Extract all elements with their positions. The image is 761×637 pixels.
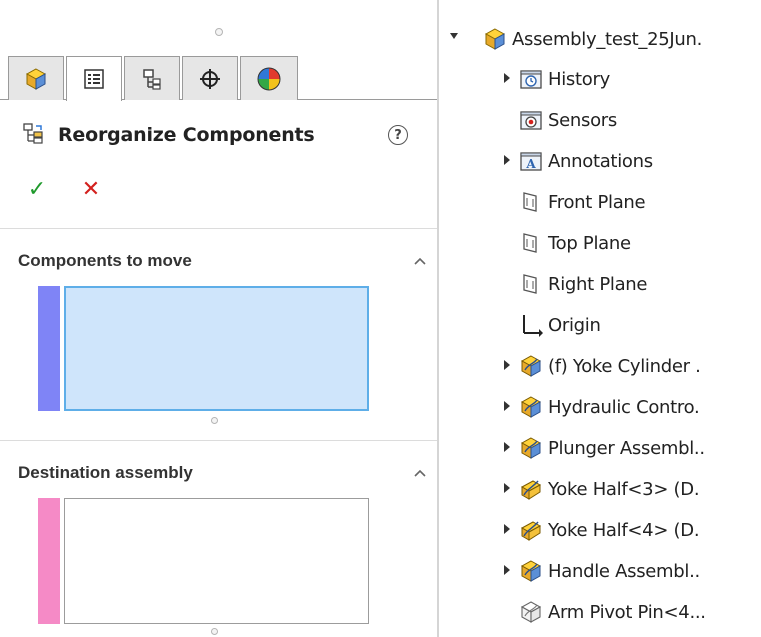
divider <box>0 440 437 441</box>
expand-arrow-icon[interactable] <box>502 359 512 371</box>
subassembly-icon <box>520 355 542 377</box>
property-manager-header: Reorganize Components <box>22 120 315 150</box>
components-to-move-list[interactable] <box>64 286 369 411</box>
tab-display-manager[interactable] <box>240 56 298 100</box>
tree-item-top-plane[interactable]: Top Plane <box>519 226 631 260</box>
ok-button[interactable]: ✓ <box>22 176 52 204</box>
tree-item-sensors[interactable]: Sensors <box>519 103 617 137</box>
tree-item-front-plane[interactable]: Front Plane <box>519 185 646 219</box>
tree-item-history[interactable]: History <box>519 62 610 96</box>
tree-item-label: Plunger Assembl.. <box>548 437 705 459</box>
components-to-move-header[interactable]: Components to move <box>18 247 428 275</box>
components-to-move-label: Components to move <box>18 251 192 270</box>
configuration-manager-icon <box>140 67 164 91</box>
feature-manager-icon <box>24 67 48 91</box>
history-folder-icon <box>520 70 542 89</box>
tree-item-label: Annotations <box>548 150 653 172</box>
tree-item-yoke-half-4[interactable]: Yoke Half<4> (D. <box>519 513 700 547</box>
subassembly-icon <box>520 437 542 459</box>
help-icon[interactable]: ? <box>388 125 408 145</box>
tree-item-label: Top Plane <box>548 232 631 254</box>
expand-arrow-icon[interactable] <box>502 564 512 576</box>
plane-icon <box>523 192 537 212</box>
svg-text:A: A <box>525 157 536 171</box>
tree-item-label: (f) Yoke Cylinder . <box>548 355 701 377</box>
panel-resize-grip[interactable] <box>215 28 223 36</box>
tree-item-label: Front Plane <box>548 191 646 213</box>
tree-item-label: Assembly_test_25Jun. <box>512 28 703 50</box>
suppressed-part-icon <box>520 601 542 623</box>
divider <box>0 228 437 229</box>
collapse-chevron-icon[interactable] <box>412 465 428 481</box>
collapse-chevron-icon[interactable] <box>412 253 428 269</box>
assembly-icon <box>484 28 506 50</box>
property-manager-icon <box>82 67 106 91</box>
destination-assembly-label: Destination assembly <box>18 463 193 482</box>
origin-icon <box>523 315 543 337</box>
tree-item-right-plane[interactable]: Right Plane <box>519 267 648 301</box>
display-manager-icon <box>256 66 282 92</box>
expand-arrow-icon[interactable] <box>502 72 512 84</box>
tree-item-label: Arm Pivot Pin<4... <box>548 601 706 623</box>
subassembly-icon <box>520 560 542 582</box>
tree-item-yoke-cylinder[interactable]: (f) Yoke Cylinder . <box>519 349 701 383</box>
property-manager-panel: Reorganize Components ? ✓ ✕ Components t… <box>0 0 439 637</box>
collapse-arrow-icon[interactable] <box>449 30 459 42</box>
tree-item-yoke-half-3[interactable]: Yoke Half<3> (D. <box>519 472 700 506</box>
components-to-move-selection-box[interactable] <box>38 286 369 411</box>
feature-manager-tree: Assembly_test_25Jun. History Sensors A A… <box>439 0 761 637</box>
list-resize-grip[interactable] <box>211 628 218 635</box>
destination-assembly-selection-box[interactable] <box>38 498 369 624</box>
tree-item-label: History <box>548 68 610 90</box>
tree-item-annotations[interactable]: A Annotations <box>519 144 653 178</box>
tree-item-arm-pivot-pin[interactable]: Arm Pivot Pin<4... <box>519 595 706 629</box>
tree-item-label: Yoke Half<3> (D. <box>548 478 700 500</box>
tab-configuration-manager[interactable] <box>124 56 180 100</box>
destination-assembly-list[interactable] <box>64 498 369 624</box>
selection-color-swatch <box>38 286 60 411</box>
expand-arrow-icon[interactable] <box>502 154 512 166</box>
tab-feature-manager[interactable] <box>8 56 64 100</box>
destination-assembly-header[interactable]: Destination assembly <box>18 459 428 487</box>
dimxpert-manager-icon <box>198 67 222 91</box>
expand-arrow-icon[interactable] <box>502 400 512 412</box>
tree-item-label: Yoke Half<4> (D. <box>548 519 700 541</box>
tree-item-label: Origin <box>548 314 601 336</box>
tree-item-label: Sensors <box>548 109 617 131</box>
reorganize-components-icon <box>22 122 44 148</box>
part-icon <box>520 480 542 500</box>
sensors-folder-icon <box>520 111 542 130</box>
cancel-button[interactable]: ✕ <box>76 176 106 204</box>
tree-item-plunger-assembly[interactable]: Plunger Assembl.. <box>519 431 705 465</box>
tree-item-label: Right Plane <box>548 273 648 295</box>
selection-color-swatch <box>38 498 60 624</box>
expand-arrow-icon[interactable] <box>502 523 512 535</box>
manager-tab-bar <box>0 56 437 101</box>
plane-icon <box>523 274 537 294</box>
expand-arrow-icon[interactable] <box>502 482 512 494</box>
annotations-folder-icon: A <box>520 152 542 171</box>
list-resize-grip[interactable] <box>211 417 218 424</box>
tab-property-manager[interactable] <box>66 56 122 101</box>
tree-item-hydraulic-control[interactable]: Hydraulic Contro. <box>519 390 700 424</box>
tree-item-label: Handle Assembl.. <box>548 560 700 582</box>
expand-arrow-icon[interactable] <box>502 441 512 453</box>
plane-icon <box>523 233 537 253</box>
tree-root-assembly[interactable]: Assembly_test_25Jun. <box>483 22 702 56</box>
tree-item-label: Hydraulic Contro. <box>548 396 700 418</box>
part-icon <box>520 521 542 541</box>
tab-dimxpert-manager[interactable] <box>182 56 238 100</box>
subassembly-icon <box>520 396 542 418</box>
tree-item-origin[interactable]: Origin <box>519 308 601 342</box>
page-title: Reorganize Components <box>58 124 315 146</box>
tree-item-handle-assembly[interactable]: Handle Assembl.. <box>519 554 700 588</box>
